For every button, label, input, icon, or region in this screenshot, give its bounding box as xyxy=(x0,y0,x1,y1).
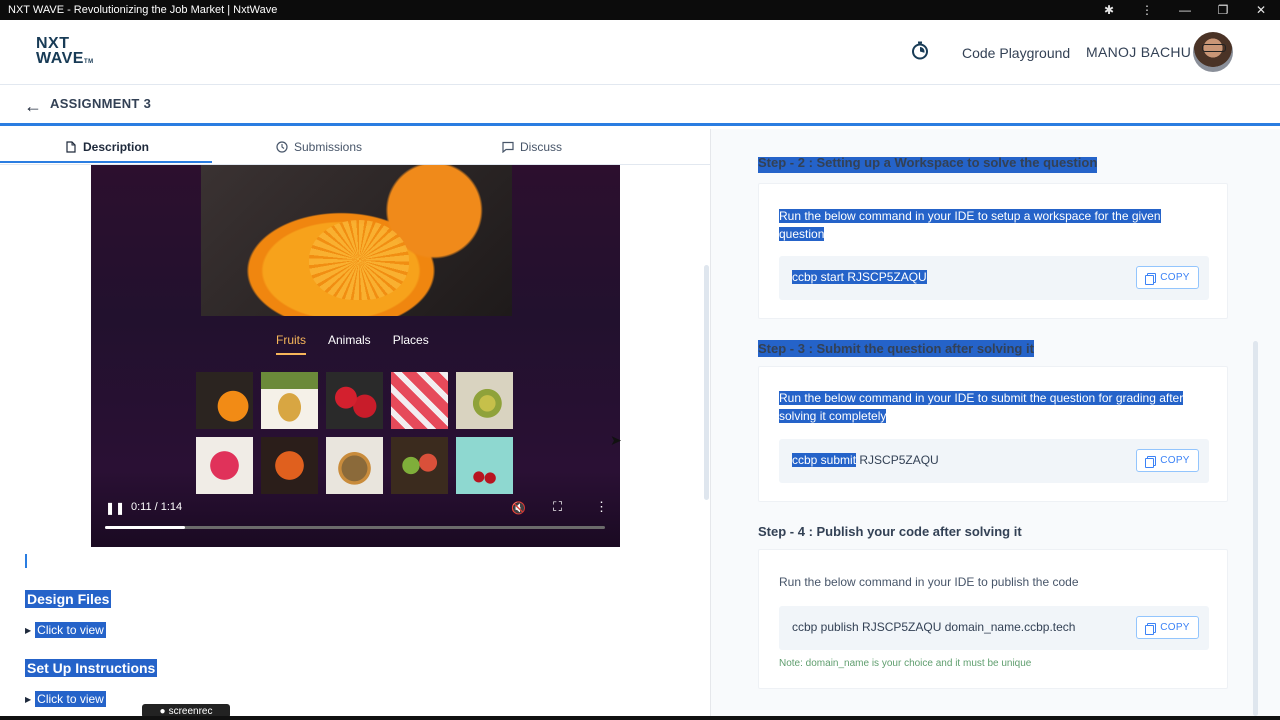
thumbnail xyxy=(456,437,513,494)
assignment-header: ← ASSIGNMENT 3 xyxy=(0,86,1280,126)
video-hero-image xyxy=(201,165,512,316)
disclosure-triangle-icon: ▶ xyxy=(25,694,32,704)
code-playground-link[interactable]: Code Playground xyxy=(962,45,1070,61)
step-3-command-box: ccbp submit RJSCP5ZAQU COPY xyxy=(779,439,1209,483)
tab-submissions[interactable]: Submissions xyxy=(276,129,362,165)
tab-discuss[interactable]: Discuss xyxy=(502,129,562,165)
step-3-description: Run the below command in your IDE to sub… xyxy=(779,391,1184,423)
step-3-command[interactable]: ccbp submit RJSCP5ZAQU xyxy=(792,453,939,467)
step-3-title: Step - 3 : Submit the question after sol… xyxy=(758,340,1034,357)
step-4-title: Step - 4 : Publish your code after solvi… xyxy=(758,524,1022,539)
video-controls: ❚❚ 0:11 / 1:14 🔇 ⛶ ⋮ xyxy=(91,495,620,547)
copy-button[interactable]: COPY xyxy=(1136,266,1199,289)
clock-icon xyxy=(276,141,288,153)
active-tab-indicator xyxy=(0,161,212,163)
video-progress-bar[interactable] xyxy=(105,526,605,529)
description-pane: Fruits Animals Places ❚❚ 0:11 / 1:14 🔇 ⛶… xyxy=(0,165,710,720)
step-4-card: Run the below command in your IDE to pub… xyxy=(758,549,1228,689)
maximize-button[interactable]: ❐ xyxy=(1204,3,1242,17)
chat-icon xyxy=(502,141,514,153)
copy-icon xyxy=(1145,272,1157,285)
right-pane-scrollbar[interactable] xyxy=(1253,341,1258,716)
pause-icon[interactable]: ❚❚ xyxy=(105,501,125,515)
step-4-command[interactable]: ccbp publish RJSCP5ZAQU domain_name.ccbp… xyxy=(792,620,1075,634)
thumbnail xyxy=(196,437,253,494)
back-arrow-icon[interactable]: ← xyxy=(24,96,42,117)
thumbnail xyxy=(261,372,318,429)
video-player[interactable]: Fruits Animals Places ❚❚ 0:11 / 1:14 🔇 ⛶… xyxy=(91,165,620,547)
window-titlebar: NXT WAVE - Revolutionizing the Job Marke… xyxy=(0,0,1280,20)
thumbnail xyxy=(196,372,253,429)
record-dot-icon: ● xyxy=(159,705,166,717)
step-4-command-box: ccbp publish RJSCP5ZAQU domain_name.ccbp… xyxy=(779,606,1209,650)
step-2-title: Step - 2 : Setting up a Workspace to sol… xyxy=(758,157,1098,173)
more-options-icon[interactable]: ⋮ xyxy=(595,499,608,515)
mute-icon[interactable]: 🔇 xyxy=(511,501,526,515)
user-avatar[interactable] xyxy=(1193,32,1233,72)
video-thumbnail-grid xyxy=(196,372,516,494)
video-tab-fruits: Fruits xyxy=(276,333,306,355)
video-tab-animals: Animals xyxy=(328,333,371,347)
instructions-pane: Step - 2 : Setting up a Workspace to sol… xyxy=(711,129,1280,720)
close-button[interactable]: ✕ xyxy=(1242,3,1280,17)
thumbnail xyxy=(391,372,448,429)
assignment-title: ASSIGNMENT 3 xyxy=(50,96,152,111)
window-title: NXT WAVE - Revolutionizing the Job Marke… xyxy=(8,4,278,16)
video-category-tabs: Fruits Animals Places xyxy=(276,333,436,357)
copy-button[interactable]: COPY xyxy=(1136,449,1199,472)
left-pane-scrollbar[interactable] xyxy=(704,265,709,500)
content-tabs: Description Submissions Discuss xyxy=(0,129,710,165)
top-navbar: NXT WAVETM Code Playground MANOJ BACHU xyxy=(0,20,1280,85)
extensions-icon[interactable]: ✱ xyxy=(1090,3,1128,17)
step-2-description: Run the below command in your IDE to set… xyxy=(779,209,1161,241)
bottom-strip xyxy=(0,716,1280,720)
video-tab-places: Places xyxy=(392,333,429,347)
design-files-toggle[interactable]: ▶ Click to view xyxy=(25,622,106,638)
stopwatch-icon[interactable] xyxy=(910,40,930,60)
thumbnail xyxy=(326,437,383,494)
menu-kebab-icon[interactable]: ⋮ xyxy=(1128,3,1166,17)
minimize-button[interactable]: — xyxy=(1166,3,1204,17)
document-icon xyxy=(66,141,76,153)
step-4-description: Run the below command in your IDE to pub… xyxy=(779,575,1079,589)
window-controls: ✱ ⋮ — ❐ ✕ xyxy=(1090,3,1280,17)
design-files-heading: Design Files xyxy=(25,590,112,608)
text-caret xyxy=(25,554,27,568)
step-2-card: Run the below command in your IDE to set… xyxy=(758,183,1228,319)
thumbnail xyxy=(391,437,448,494)
thumbnail xyxy=(261,437,318,494)
copy-button[interactable]: COPY xyxy=(1136,616,1199,639)
setup-instructions-toggle[interactable]: ▶ Click to view xyxy=(25,691,106,707)
user-name[interactable]: MANOJ BACHU xyxy=(1086,44,1191,60)
step-4-note: Note: domain_name is your choice and it … xyxy=(779,658,1032,669)
step-2-command-box: ccbp start RJSCP5ZAQU COPY xyxy=(779,256,1209,300)
step-2-command[interactable]: ccbp start RJSCP5ZAQU xyxy=(792,270,927,284)
nxtwave-logo[interactable]: NXT WAVETM xyxy=(36,36,106,70)
copy-icon xyxy=(1145,455,1157,468)
copy-icon xyxy=(1145,622,1157,635)
video-time: 0:11 / 1:14 xyxy=(131,501,183,513)
video-progress-fill xyxy=(105,526,185,529)
fullscreen-icon[interactable]: ⛶ xyxy=(553,499,562,515)
setup-instructions-heading: Set Up Instructions xyxy=(25,659,158,677)
disclosure-triangle-icon: ▶ xyxy=(25,625,32,635)
thumbnail xyxy=(456,372,513,429)
step-3-card: Run the below command in your IDE to sub… xyxy=(758,366,1228,502)
mouse-cursor-icon: ➤ xyxy=(610,432,622,448)
tab-description[interactable]: Description xyxy=(65,129,149,165)
thumbnail xyxy=(326,372,383,429)
